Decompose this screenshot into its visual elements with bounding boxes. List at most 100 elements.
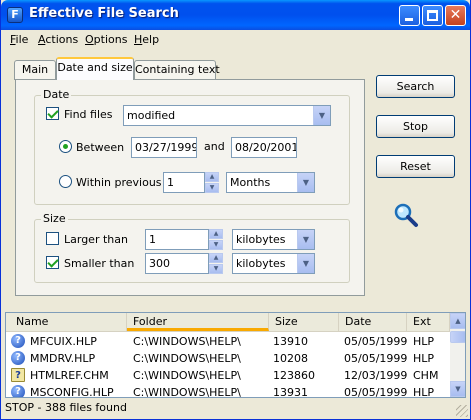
menu-help[interactable]: Help [134,33,159,46]
size-group: Size Larger than 1 ▲ ▼ kilobytes ▼ Small… [34,212,350,283]
end-date-field[interactable]: 08/20/2001 [231,137,297,158]
spin-down-icon[interactable]: ▼ [205,183,219,193]
table-row[interactable]: ? MMDRV.HLP C:\WINDOWS\HELP\ 10208 05/05… [6,350,450,367]
larger-than-label: Larger than [64,233,128,246]
chevron-down-icon: ▼ [297,173,314,192]
chevron-down-icon: ▼ [313,106,330,125]
file-folder: C:\WINDOWS\HELP\ [133,352,241,365]
scroll-down-icon[interactable]: ▼ [450,381,465,397]
smaller-than-spinner[interactable]: ▲ ▼ [209,253,223,274]
smaller-than-checkbox[interactable] [46,256,59,269]
larger-than-checkbox[interactable] [46,232,59,245]
date-group-label: Date [41,88,72,101]
results-list[interactable]: Name Folder Size Date Ext ? MFCUIX.HLP C… [5,312,466,398]
file-ext: HLP [413,352,435,365]
help-file-icon: ? [11,334,25,348]
table-row[interactable]: ? HTMLREF.CHM C:\WINDOWS\HELP\ 123860 12… [6,367,450,384]
search-button[interactable]: Search [376,75,455,98]
table-row[interactable]: ? MSCONFIG.HLP C:\WINDOWS\HELP\ 13931 05… [6,384,450,398]
menu-bar: File Actions Options Help [1,30,470,50]
file-size: 10208 [273,352,308,365]
spin-down-icon[interactable]: ▼ [209,264,223,274]
help-file-icon: ? [11,351,25,365]
file-date: 05/05/1999 [344,386,408,398]
file-size: 13931 [273,386,308,398]
file-ext: CHM [413,369,439,382]
chm-file-icon: ? [11,368,25,382]
within-previous-radio[interactable] [59,175,72,188]
spin-up-icon[interactable]: ▲ [209,253,223,263]
chevron-down-icon: ▼ [297,254,314,273]
file-name: MSCONFIG.HLP [30,386,114,398]
between-radio[interactable] [59,140,72,153]
resize-grip-icon[interactable] [456,405,468,417]
tab-panel-date-and-size: Date Find files modified ▼ Between 03/27… [15,79,365,296]
spin-down-icon[interactable]: ▼ [209,240,223,250]
search-magnifier-icon [394,203,418,227]
status-text: STOP - 388 files found [5,401,127,414]
date-group: Date Find files modified ▼ Between 03/27… [34,88,350,205]
file-date: 05/05/1999 [344,335,408,348]
file-folder: C:\WINDOWS\HELP\ [133,386,241,398]
smaller-than-value[interactable]: 300 [145,253,209,274]
within-unit-value: Months [230,176,271,189]
larger-than-spinner[interactable]: ▲ ▼ [209,229,223,250]
app-icon: F [7,7,23,23]
file-date: 05/05/1999 [344,352,408,365]
smaller-than-unit-select[interactable]: kilobytes ▼ [232,253,315,274]
file-name: MFCUIX.HLP [30,335,97,348]
within-previous-spinner[interactable]: ▲ ▼ [205,172,219,193]
title-bar[interactable]: F Effective File Search ✕ [1,0,470,30]
minimize-button[interactable] [399,5,420,26]
column-header-name[interactable]: Name [6,313,127,331]
help-file-icon: ? [11,385,25,397]
find-files-checkbox[interactable] [46,107,59,120]
column-header-ext[interactable]: Ext [407,313,450,331]
file-name: HTMLREF.CHM [30,369,109,382]
scroll-up-icon[interactable]: ▲ [450,313,465,329]
menu-actions[interactable]: Actions [38,33,78,46]
reset-button[interactable]: Reset [376,155,455,178]
menu-file[interactable]: File [10,33,28,46]
within-previous-value[interactable]: 1 [163,172,205,193]
vertical-scrollbar[interactable]: ▲ ▼ [450,313,465,397]
find-files-mode-value: modified [127,109,176,122]
close-button[interactable]: ✕ [445,5,466,26]
file-ext: HLP [413,386,435,398]
minimize-icon [405,18,413,21]
file-ext: HLP [413,335,435,348]
tab-main[interactable]: Main [14,60,56,80]
find-files-mode-select[interactable]: modified ▼ [123,105,331,126]
column-header-size[interactable]: Size [269,313,339,331]
column-header-folder[interactable]: Folder [127,313,269,331]
smaller-than-label: Smaller than [64,257,135,270]
maximize-button[interactable] [422,5,443,26]
within-unit-select[interactable]: Months ▼ [226,172,315,193]
larger-than-value[interactable]: 1 [145,229,209,250]
column-header-date[interactable]: Date [339,313,407,331]
larger-than-unit-select[interactable]: kilobytes ▼ [232,229,315,250]
tab-containing-text[interactable]: Containing text [134,60,220,80]
file-folder: C:\WINDOWS\HELP\ [133,369,241,382]
spin-up-icon[interactable]: ▲ [209,229,223,239]
within-previous-label: Within previous [76,176,162,189]
file-size: 123860 [273,369,315,382]
spin-up-icon[interactable]: ▲ [205,172,219,182]
results-header: Name Folder Size Date Ext [6,313,450,332]
tab-date-and-size[interactable]: Date and size [56,57,134,80]
main-window: F Effective File Search ✕ File Actions O… [0,0,471,420]
maximize-icon [427,10,438,21]
start-date-field[interactable]: 03/27/1999 [131,137,197,158]
file-folder: C:\WINDOWS\HELP\ [133,335,241,348]
file-size: 13910 [273,335,308,348]
find-files-label: Find files [64,108,113,121]
scroll-thumb[interactable] [450,331,465,343]
larger-than-unit-value: kilobytes [236,233,286,246]
status-bar: STOP - 388 files found [1,398,470,419]
and-label: and [204,140,225,153]
smaller-than-unit-value: kilobytes [236,257,286,270]
size-group-label: Size [41,212,68,225]
menu-options[interactable]: Options [85,33,127,46]
stop-button[interactable]: Stop [376,115,455,138]
table-row[interactable]: ? MFCUIX.HLP C:\WINDOWS\HELP\ 13910 05/0… [6,333,450,350]
